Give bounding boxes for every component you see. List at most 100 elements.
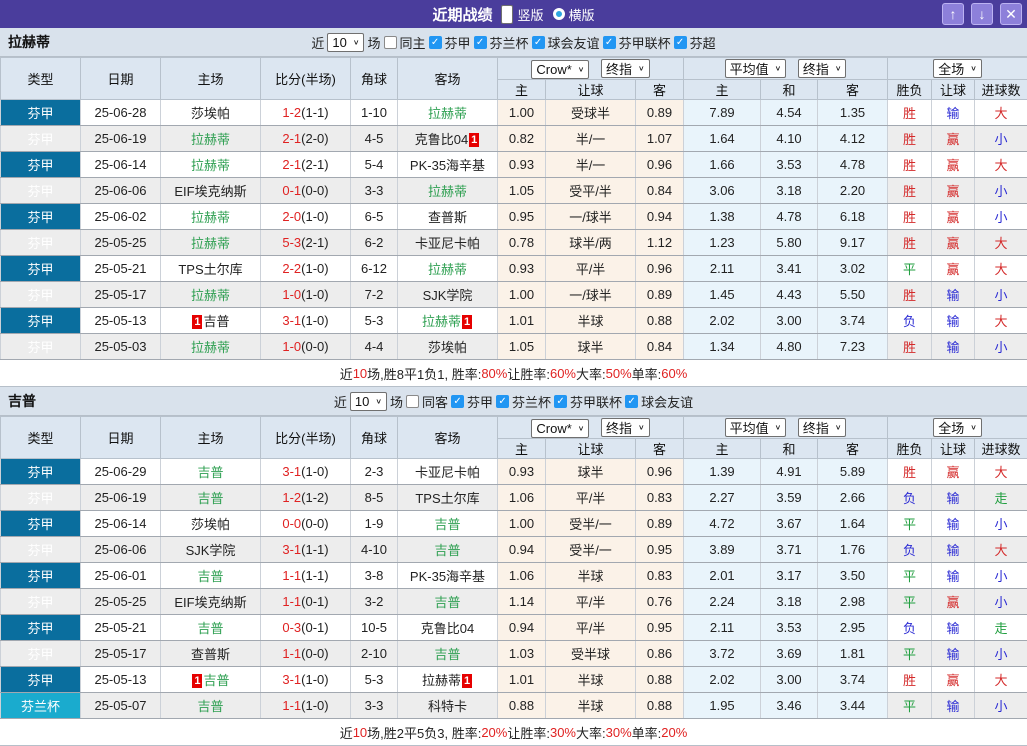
summary-value: 60% bbox=[550, 366, 576, 381]
summary-value: 20% bbox=[661, 725, 687, 740]
away-team-name: 卡亚尼卡帕 bbox=[415, 236, 480, 251]
euro-draw-odds-cell: 3.67 bbox=[761, 511, 818, 537]
league-filter-checkbox[interactable]: ✓ bbox=[625, 395, 638, 408]
close-button[interactable]: ✕ bbox=[1000, 3, 1022, 25]
select-value: 终指 bbox=[803, 418, 829, 437]
home-team-cell: 吉普 bbox=[161, 563, 261, 589]
match-count-select[interactable]: 10∨ bbox=[350, 392, 387, 411]
select-value: 10 bbox=[332, 35, 346, 50]
select-value: Crow* bbox=[536, 62, 571, 77]
league-filter-checkbox[interactable]: ✓ bbox=[474, 36, 487, 49]
corner-cell: 1-9 bbox=[351, 511, 398, 537]
asia-odds-time-select[interactable]: 终指∨ bbox=[601, 59, 650, 78]
layout-option-label: 横版 bbox=[569, 5, 595, 24]
subcol-asia-home: 主 bbox=[498, 439, 546, 459]
result-goals-cell: 小 bbox=[975, 204, 1027, 230]
red-card-badge: 1 bbox=[462, 315, 472, 329]
match-row: 芬甲25-05-17查普斯1-1(0-0)2-10吉普1.03受半球0.863.… bbox=[1, 641, 1027, 667]
match-date-cell: 25-05-07 bbox=[81, 693, 161, 719]
col-header-home: 主场 bbox=[161, 417, 261, 459]
summary-text: 近 bbox=[340, 364, 353, 383]
asia-odds-source-select[interactable]: Crow*∨ bbox=[531, 419, 589, 438]
league-type-cell: 芬甲 bbox=[1, 282, 81, 308]
team-section-lahti: 拉赫蒂 近10∨场同主✓芬甲✓芬兰杯✓球会友谊✓芬甲联杯✓芬超 类型 日期 主场… bbox=[0, 28, 1027, 387]
titlebar: 近期战绩 竖版 横版 ↑ ↓ ✕ bbox=[0, 0, 1027, 28]
home-team-cell: 拉赫蒂 bbox=[161, 126, 261, 152]
chevron-down-icon: ∨ bbox=[775, 423, 782, 432]
chevron-down-icon: ∨ bbox=[775, 64, 782, 73]
same-venue-checkbox[interactable] bbox=[406, 395, 419, 408]
away-team-name: 卡亚尼卡帕 bbox=[415, 465, 480, 480]
home-team-name: 拉赫蒂 bbox=[191, 210, 230, 225]
asia-away-odds-cell: 0.95 bbox=[636, 537, 684, 563]
score-cell: 3-1(1-0) bbox=[261, 308, 351, 334]
match-count-select[interactable]: 10 ∨ bbox=[327, 33, 364, 52]
matches-table: 类型 日期 主场 比分(半场) 角球 客场 Crow*∨ 终指∨ 平均值∨ 终指… bbox=[0, 57, 1027, 360]
league-filter-checkbox[interactable]: ✓ bbox=[603, 36, 616, 49]
result-handicap-cell: 输 bbox=[932, 693, 975, 719]
asia-handicap-cell: 受半/一 bbox=[546, 511, 636, 537]
match-date-cell: 25-05-17 bbox=[81, 282, 161, 308]
chevron-down-icon: ∨ bbox=[353, 38, 360, 47]
match-date-cell: 25-05-21 bbox=[81, 256, 161, 282]
league-filter-checkbox[interactable]: ✓ bbox=[451, 395, 464, 408]
result-goals-cell: 大 bbox=[975, 459, 1027, 485]
euro-odds-source-select[interactable]: 平均值∨ bbox=[725, 59, 787, 78]
corner-cell: 5-3 bbox=[351, 667, 398, 693]
score-cell: 5-3(2-1) bbox=[261, 230, 351, 256]
league-filter-checkbox[interactable]: ✓ bbox=[674, 36, 687, 49]
league-filter-checkbox[interactable]: ✓ bbox=[554, 395, 567, 408]
matches-label: 场 bbox=[367, 33, 380, 52]
euro-odds-time-select[interactable]: 终指∨ bbox=[798, 59, 847, 78]
asia-away-odds-cell: 0.96 bbox=[636, 256, 684, 282]
euro-away-odds-cell: 2.20 bbox=[818, 178, 888, 204]
league-type-cell: 芬甲 bbox=[1, 563, 81, 589]
euro-draw-odds-cell: 3.59 bbox=[761, 485, 818, 511]
corner-cell: 10-5 bbox=[351, 615, 398, 641]
asia-odds-source-select[interactable]: Crow*∨ bbox=[531, 60, 589, 79]
euro-draw-odds-cell: 5.80 bbox=[761, 230, 818, 256]
score-cell: 1-1(1-0) bbox=[261, 693, 351, 719]
score-cell: 2-0(1-0) bbox=[261, 204, 351, 230]
euro-home-odds-cell: 1.34 bbox=[684, 334, 761, 360]
asia-away-odds-cell: 0.84 bbox=[636, 178, 684, 204]
home-team-name: 吉普 bbox=[197, 569, 223, 584]
match-date-cell: 25-05-13 bbox=[81, 667, 161, 693]
asia-home-odds-cell: 1.05 bbox=[498, 178, 546, 204]
move-up-button[interactable]: ↑ bbox=[942, 3, 964, 25]
asia-handicap-cell: 半球 bbox=[546, 667, 636, 693]
team-name: 吉普 bbox=[8, 391, 36, 411]
league-filter-label: 球会友谊 bbox=[548, 33, 600, 52]
result-scope-select[interactable]: 全场∨ bbox=[933, 59, 982, 78]
league-filter-checkbox[interactable]: ✓ bbox=[496, 395, 509, 408]
asia-odds-time-select[interactable]: 终指∨ bbox=[601, 418, 650, 437]
half-time-score: (1-0) bbox=[301, 261, 328, 276]
asia-handicap-cell: 一/球半 bbox=[546, 282, 636, 308]
result-scope-select[interactable]: 全场∨ bbox=[933, 418, 982, 437]
select-value: 平均值 bbox=[730, 418, 769, 437]
home-team-name: 吉普 bbox=[203, 673, 229, 688]
filter-controls: 近10∨场同客✓芬甲✓芬兰杯✓芬甲联杯✓球会友谊 bbox=[334, 392, 693, 411]
window-title: 近期战绩 bbox=[432, 4, 492, 25]
match-row: 芬甲25-05-21吉普0-3(0-1)10-5克鲁比040.94平/半0.95… bbox=[1, 615, 1027, 641]
layout-option-vertical[interactable]: 竖版 bbox=[501, 5, 543, 24]
asia-home-odds-cell: 0.93 bbox=[498, 152, 546, 178]
move-down-button[interactable]: ↓ bbox=[971, 3, 993, 25]
match-row: 芬甲25-06-14莎埃帕0-0(0-0)1-9吉普1.00受半/一0.894.… bbox=[1, 511, 1027, 537]
asia-handicap-cell: 受半球 bbox=[546, 641, 636, 667]
same-venue-checkbox[interactable] bbox=[384, 36, 397, 49]
match-date-cell: 25-06-06 bbox=[81, 178, 161, 204]
half-time-score: (2-0) bbox=[301, 131, 328, 146]
full-time-score: 1-0 bbox=[282, 287, 301, 302]
layout-option-horizontal[interactable]: 横版 bbox=[553, 5, 595, 24]
euro-odds-source-select[interactable]: 平均值 ∨ bbox=[725, 418, 787, 437]
result-goals-cell: 小 bbox=[975, 511, 1027, 537]
result-wdl-cell: 平 bbox=[888, 589, 932, 615]
league-filter-checkbox[interactable]: ✓ bbox=[532, 36, 545, 49]
euro-odds-group-header: 平均值 ∨ 终指∨ bbox=[684, 417, 888, 439]
col-header-type: 类型 bbox=[1, 58, 81, 100]
league-filter-checkbox[interactable]: ✓ bbox=[429, 36, 442, 49]
summary-text: 让胜率: bbox=[507, 364, 550, 383]
euro-odds-time-select[interactable]: 终指∨ bbox=[798, 418, 847, 437]
away-team-cell: 卡亚尼卡帕 bbox=[398, 230, 498, 256]
